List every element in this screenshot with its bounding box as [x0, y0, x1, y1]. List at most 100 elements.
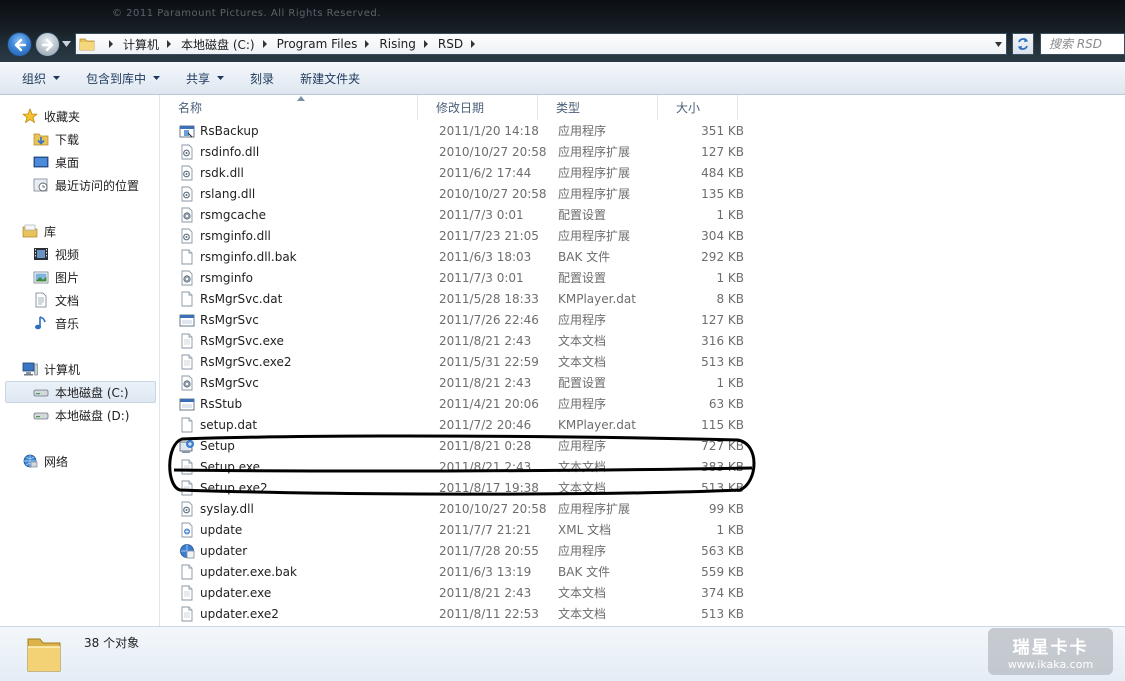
file-date: 2011/8/11 22:53	[439, 606, 539, 621]
nav-network-label: 网络	[44, 454, 69, 469]
nav-pictures[interactable]: 图片	[33, 266, 79, 288]
file-type: 应用程序	[558, 544, 607, 558]
chevron-down-icon	[53, 76, 61, 80]
column-date-header[interactable]: 修改日期	[418, 95, 538, 120]
text-icon	[181, 585, 193, 600]
nav-computer[interactable]: 计算机	[22, 358, 80, 380]
file-row[interactable]: Setup 2011/8/21 0:28 应用程序 727 KB	[160, 435, 1125, 456]
file-date: 2011/5/31 22:59	[439, 354, 539, 369]
address-history-chevron-down-icon[interactable]	[995, 42, 1002, 47]
breadcrumb-rising[interactable]: Rising	[379, 37, 415, 51]
file-row[interactable]: updater.exe.bak 2011/6/3 13:19 BAK 文件 559 K…	[160, 561, 1125, 582]
file-row[interactable]: updater.exe 2011/8/21 2:43 文本文档 374 KB	[160, 582, 1125, 603]
nav-libraries[interactable]: 库	[22, 220, 56, 242]
file-row[interactable]: rsdinfo.dll 2010/10/27 20:58 应用程序扩展 127 KB	[160, 141, 1125, 162]
refresh-button[interactable]	[1012, 33, 1034, 55]
xml-icon	[181, 522, 193, 537]
file-row[interactable]: rsmginfo.dll.bak 2011/6/3 18:03 BAK 文件 292 …	[160, 246, 1125, 267]
file-type: 应用程序扩展	[558, 502, 631, 516]
organize-menu-button[interactable]: 组织	[22, 70, 61, 87]
file-date: 2011/6/3 13:19	[439, 564, 532, 579]
file-date: 2011/7/3 0:01	[439, 270, 524, 285]
column-name-header[interactable]: 名称	[160, 95, 418, 120]
nav-recent-places[interactable]: 最近访问的位置	[33, 174, 139, 196]
file-name-cell: Setup.exe	[160, 459, 418, 475]
include-in-library-button[interactable]: 包含到库中	[86, 70, 161, 87]
nav-downloads[interactable]: 下载	[33, 128, 79, 150]
file-name-cell: updater.exe2	[160, 606, 418, 622]
back-arrow-icon	[14, 38, 26, 51]
forward-button[interactable]	[35, 32, 60, 57]
file-name: RsMgrSvc	[200, 312, 259, 327]
breadcrumb-drive-c[interactable]: 本地磁盘 (C:)	[181, 36, 255, 53]
nav-videos[interactable]: 视频	[33, 243, 79, 265]
file-row[interactable]: setup.dat 2011/7/2 20:46 KMPlayer.dat 115 K…	[160, 414, 1125, 435]
file-row[interactable]: Setup.exe2 2011/8/17 19:38 文本文档 513 KB	[160, 477, 1125, 498]
hard-drive-icon	[33, 407, 49, 423]
file-row[interactable]: RsBackup 2011/1/20 14:18 应用程序 351 KB	[160, 120, 1125, 141]
file-row[interactable]: RsMgrSvc.exe2 2011/5/31 22:59 文本文档 513 KB	[160, 351, 1125, 372]
file-row[interactable]: update 2011/7/7 21:21 XML 文档 1 KB	[160, 519, 1125, 540]
file-date: 2011/7/3 0:01	[439, 207, 524, 222]
file-row[interactable]: RsMgrSvc.exe 2011/8/21 2:43 文本文档 316 KB	[160, 330, 1125, 351]
file-type: 文本文档	[558, 334, 607, 348]
nav-favorites[interactable]: 收藏夹	[22, 105, 80, 127]
breadcrumb-arrow-icon[interactable]	[422, 40, 430, 48]
search-box[interactable]	[1040, 33, 1125, 55]
address-bar[interactable]: 计算机 本地磁盘 (C:) Program Files Rising RSD	[75, 33, 1007, 55]
back-button[interactable]	[7, 32, 32, 57]
file-row[interactable]: RsMgrSvc 2011/8/21 2:43 配置设置 1 KB	[160, 372, 1125, 393]
file-name-cell: rsmgcache	[160, 207, 418, 223]
file-name-cell: rsmginfo.dll.bak	[160, 249, 418, 265]
file-type: BAK 文件	[558, 250, 611, 264]
file-row[interactable]: RsMgrSvc 2011/7/26 22:46 应用程序 127 KB	[160, 309, 1125, 330]
dll-icon	[181, 501, 193, 516]
breadcrumb-arrow-icon[interactable]	[469, 40, 477, 48]
breadcrumb-arrow-icon[interactable]	[261, 40, 269, 48]
column-type-header[interactable]: 类型	[538, 95, 658, 120]
breadcrumb-arrow-icon[interactable]	[107, 40, 115, 48]
nav-music[interactable]: 音乐	[33, 312, 79, 334]
file-name: setup.dat	[200, 417, 258, 432]
file-row[interactable]: RsStub 2011/4/21 20:06 应用程序 63 KB	[160, 393, 1125, 414]
breadcrumb-arrow-icon[interactable]	[165, 40, 173, 48]
breadcrumb-rsd[interactable]: RSD	[438, 37, 463, 51]
breadcrumb-program-files[interactable]: Program Files	[277, 37, 358, 51]
file-row[interactable]: rslang.dll 2010/10/27 20:58 应用程序扩展 135 KB	[160, 183, 1125, 204]
burn-button[interactable]: 刻录	[250, 70, 274, 87]
column-size-header[interactable]: 大小	[658, 95, 738, 120]
file-name: rsmgcache	[200, 207, 267, 222]
nav-desktop[interactable]: 桌面	[33, 151, 79, 173]
file-name-cell: RsMgrSvc.exe	[160, 333, 418, 349]
file-name-cell: update	[160, 522, 418, 538]
nav-network[interactable]: 网络	[22, 450, 68, 472]
recent-pages-chevron-down-icon[interactable]	[62, 41, 71, 47]
hard-drive-icon	[33, 384, 49, 400]
text-icon	[181, 354, 193, 369]
file-row[interactable]: rsdk.dll 2011/6/2 17:44 应用程序扩展 484 KB	[160, 162, 1125, 183]
share-button[interactable]: 共享	[186, 70, 225, 87]
nav-drive-c[interactable]: 本地磁盘 (C:)	[5, 381, 156, 403]
file-date: 2011/8/17 19:38	[439, 480, 539, 495]
nav-drive-d[interactable]: 本地磁盘 (D:)	[33, 404, 129, 426]
nav-documents[interactable]: 文档	[33, 289, 79, 311]
breadcrumb-arrow-icon[interactable]	[363, 40, 371, 48]
new-folder-button[interactable]: 新建文件夹	[300, 70, 360, 87]
file-row[interactable]: rsmginfo 2011/7/3 0:01 配置设置 1 KB	[160, 267, 1125, 288]
file-row[interactable]: syslay.dll 2010/10/27 20:58 应用程序扩展 99 KB	[160, 498, 1125, 519]
file-row[interactable]: RsMgrSvc.dat 2011/5/28 18:33 KMPlayer.dat 8…	[160, 288, 1125, 309]
file-row[interactable]: updater.exe2 2011/8/11 22:53 文本文档 513 KB	[160, 603, 1125, 624]
file-row[interactable]: updater 2011/7/28 20:55 应用程序 563 KB	[160, 540, 1125, 561]
file-row[interactable]: Setup.exe 2011/8/21 2:43 文本文档 383 KB	[160, 456, 1125, 477]
exe-icon	[179, 125, 195, 137]
file-type: 文本文档	[558, 481, 607, 495]
file-name-cell: RsMgrSvc	[160, 312, 418, 328]
item-count: 38 个对象	[84, 636, 140, 650]
file-date: 2011/1/20 14:18	[439, 123, 539, 138]
column-size-label: 大小	[676, 101, 701, 115]
file-row[interactable]: rsmgcache 2011/7/3 0:01 配置设置 1 KB	[160, 204, 1125, 225]
file-row[interactable]: rsmginfo.dll 2011/7/23 21:05 应用程序扩展 304 KB	[160, 225, 1125, 246]
breadcrumb-computer[interactable]: 计算机	[123, 36, 159, 53]
file-date: 2011/7/7 21:21	[439, 522, 532, 537]
search-input[interactable]	[1049, 37, 1109, 51]
